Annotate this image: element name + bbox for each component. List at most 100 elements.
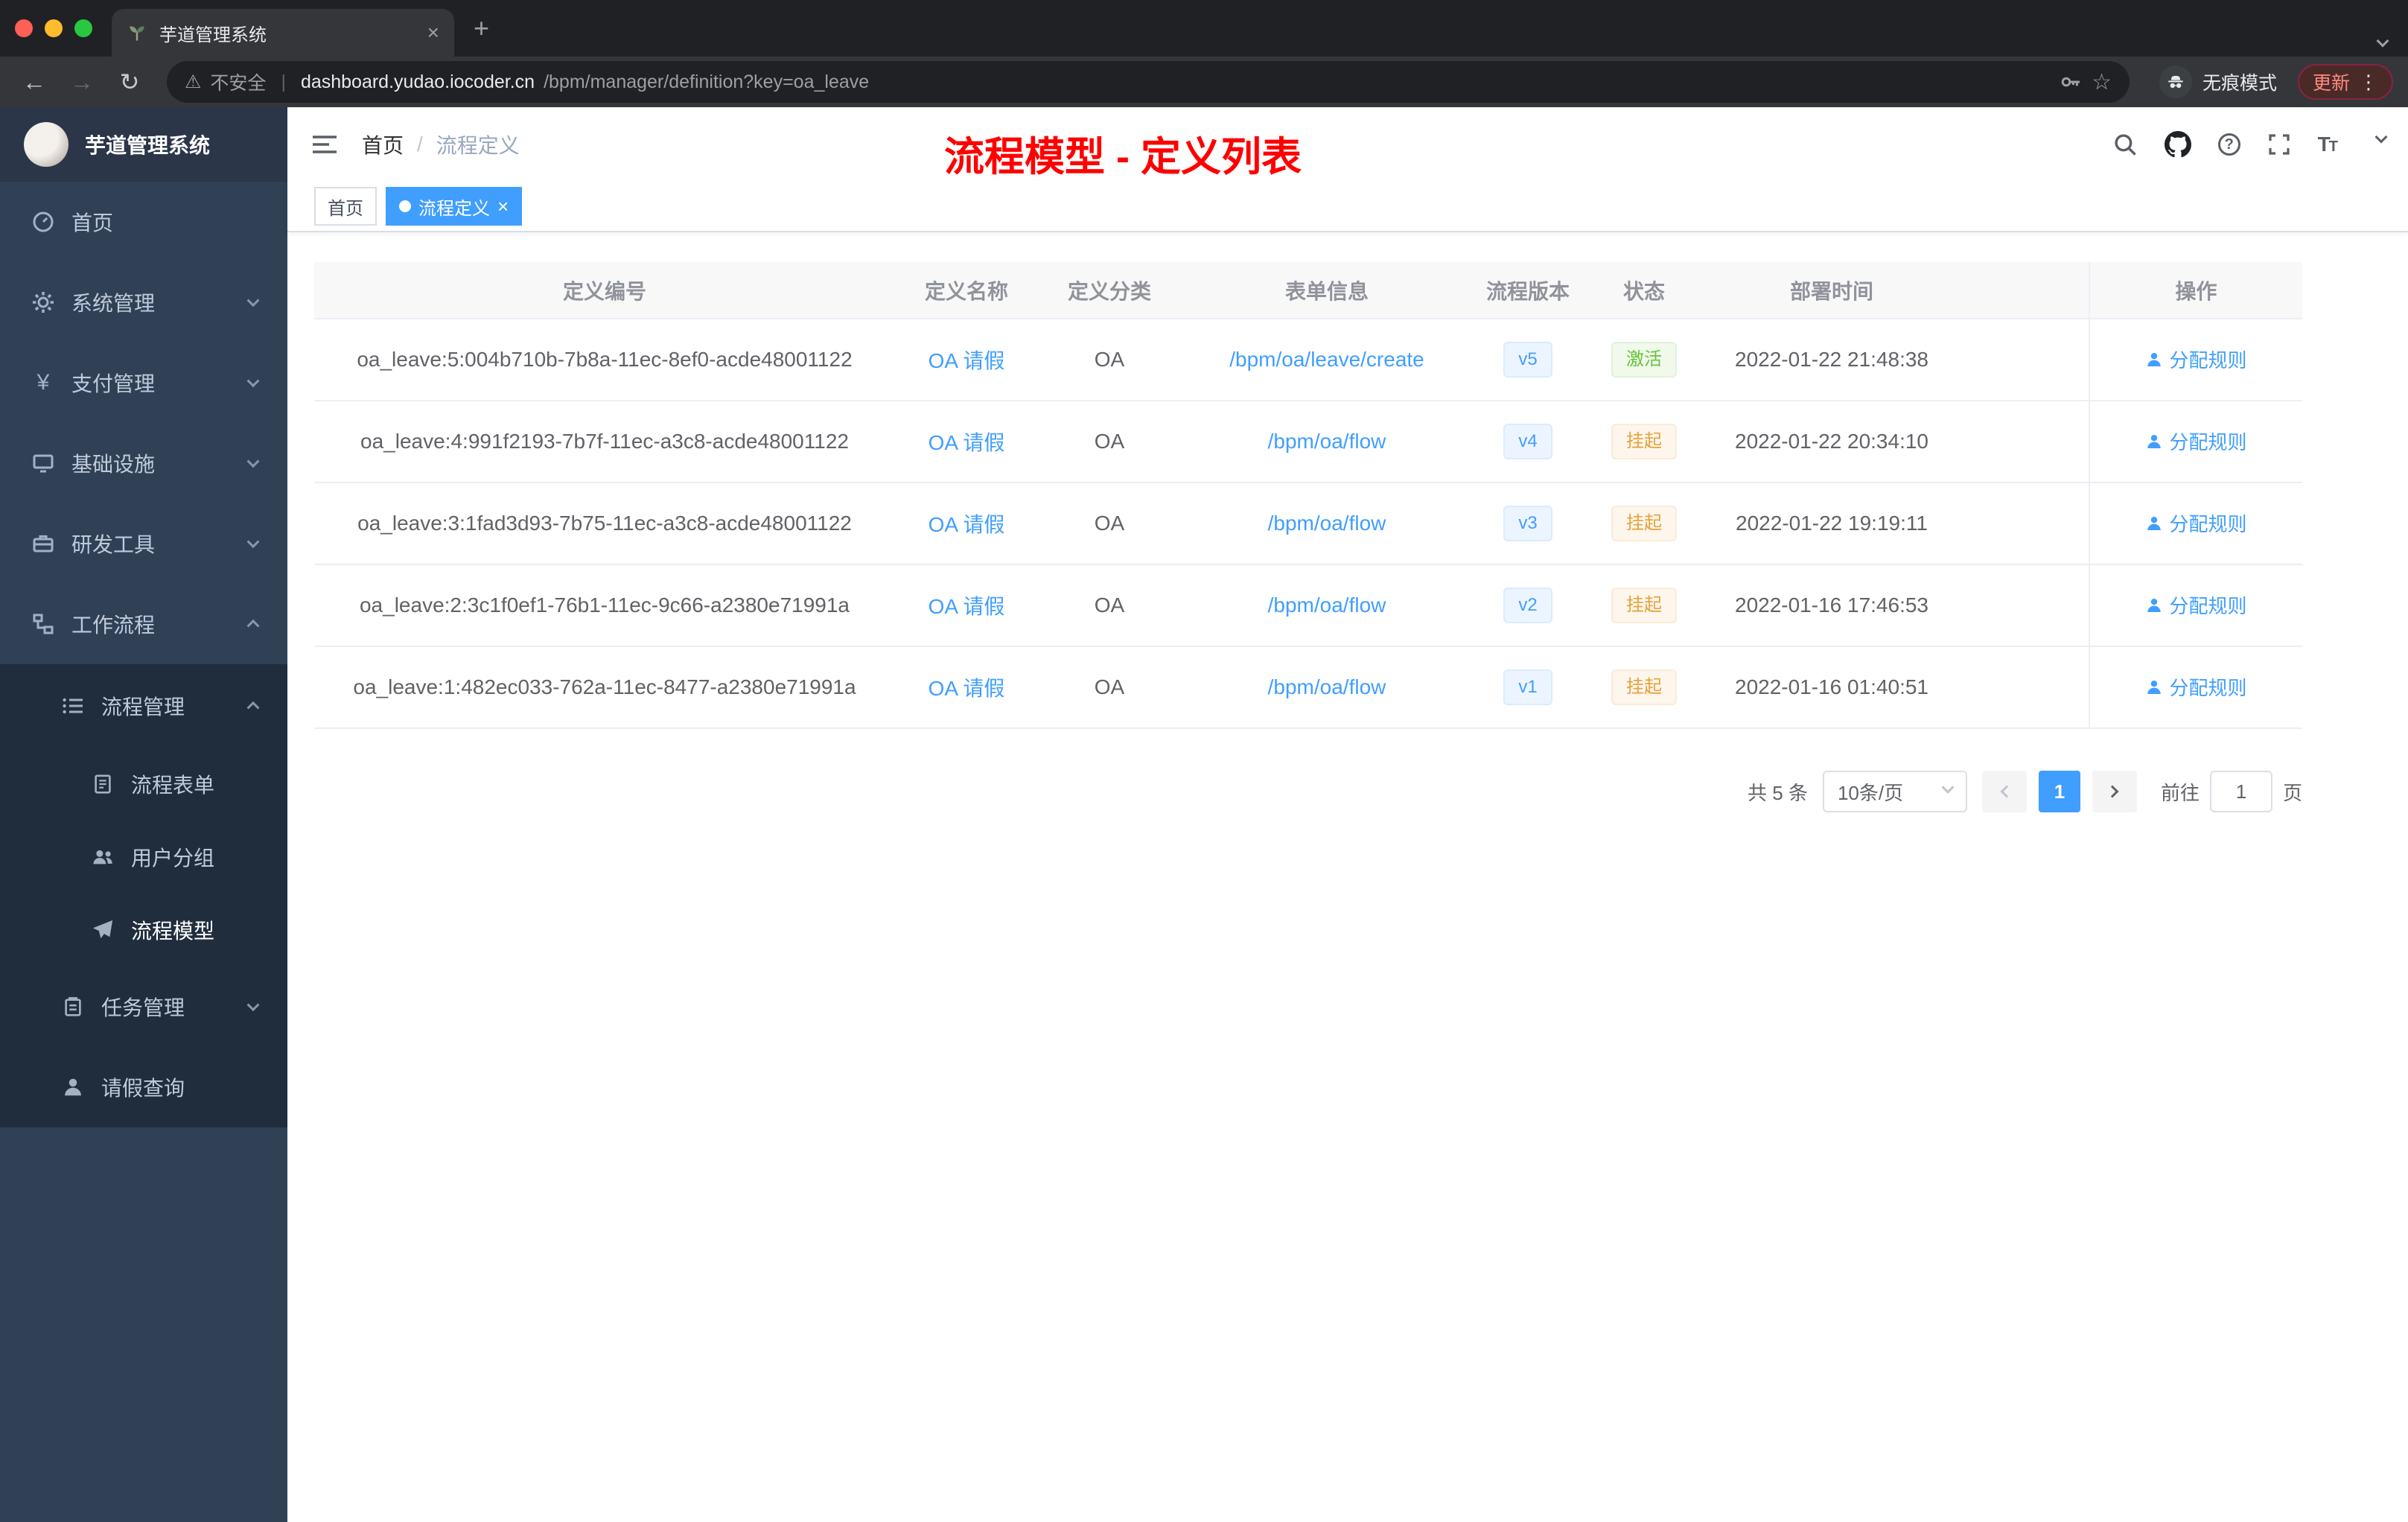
definition-table: 定义编号 定义名称 定义分类 表单信息 流程版本 状态 部署时间 操作 oa_l… — [314, 262, 2302, 729]
titlebar: 芋道管理系统 × + — [0, 0, 2408, 57]
form-link[interactable]: /bpm/oa/flow — [1268, 675, 1386, 698]
cell-deploy-time: 2022-01-22 20:34:10 — [1705, 401, 1958, 483]
form-link[interactable]: /bpm/oa/leave/create — [1229, 348, 1424, 371]
search-icon[interactable] — [2112, 132, 2138, 157]
tab-search-chevron-icon[interactable] — [2376, 24, 2389, 51]
goto-page-input[interactable] — [2209, 771, 2272, 812]
cell-id: oa_leave:2:3c1f0ef1-76b1-11ec-9c66-a2380… — [314, 564, 895, 647]
app-logo[interactable]: 芋道管理系统 — [0, 107, 287, 182]
sidebar-item-workflow[interactable]: 工作流程 — [0, 584, 287, 664]
assign-rule-button[interactable]: 分配规则 — [2145, 591, 2247, 619]
chevron-down-icon — [246, 294, 260, 308]
cell-id: oa_leave:1:482ec033-762a-11ec-8477-a2380… — [314, 646, 895, 729]
prev-page-button[interactable] — [1981, 771, 2027, 812]
clipboard-icon — [60, 996, 86, 1018]
chevron-down-icon — [246, 535, 260, 549]
sidebar-item-process-model[interactable]: 流程模型 — [0, 894, 287, 967]
forward-button[interactable]: → — [63, 69, 101, 96]
back-button[interactable]: ← — [15, 69, 54, 96]
status-badge: 挂起 — [1611, 669, 1677, 705]
person-icon — [60, 1076, 86, 1098]
breadcrumb: 首页 / 流程定义 — [362, 130, 520, 159]
browser-chrome: 芋道管理系统 × + ← → ↻ ⚠ 不安全 | dashboard.yudao… — [0, 0, 2408, 107]
cell-category: OA — [1038, 646, 1181, 729]
table-header-row: 定义编号 定义名称 定义分类 表单信息 流程版本 状态 部署时间 操作 — [314, 262, 2302, 319]
tag-home[interactable]: 首页 — [314, 187, 377, 226]
browser-tab[interactable]: 芋道管理系统 × — [112, 9, 454, 57]
assign-rule-button[interactable]: 分配规则 — [2145, 427, 2247, 455]
chevron-down-icon — [246, 999, 260, 1012]
next-page-button[interactable] — [2092, 771, 2137, 812]
chevron-up-icon — [246, 701, 260, 714]
assign-rule-button[interactable]: 分配规则 — [2145, 509, 2247, 537]
tab-favicon — [127, 22, 147, 43]
definition-name-link[interactable]: OA 请假 — [929, 349, 1005, 372]
status-badge: 挂起 — [1611, 424, 1677, 459]
cell-category: OA — [1038, 483, 1181, 565]
assign-rule-button[interactable]: 分配规则 — [2145, 346, 2247, 373]
definition-name-link[interactable]: OA 请假 — [929, 677, 1005, 700]
gear-icon — [30, 290, 57, 314]
address-bar[interactable]: ⚠ 不安全 | dashboard.yudao.iocoder.cn/bpm/m… — [167, 61, 2130, 103]
sidebar-item-infrastructure[interactable]: 基础设施 — [0, 423, 287, 503]
table-row: oa_leave:3:1fad3d93-7b75-11ec-a3c8-acde4… — [314, 483, 2302, 565]
cell-deploy-time: 2022-01-22 21:48:38 — [1705, 319, 1958, 401]
security-warning-icon[interactable]: ⚠ — [185, 71, 201, 93]
minimize-window-button[interactable] — [45, 19, 63, 37]
breadcrumb-separator: / — [417, 133, 423, 156]
sidebar-item-system[interactable]: 系统管理 — [0, 262, 287, 343]
sidebar-item-home[interactable]: 首页 — [0, 182, 287, 262]
current-page-button[interactable]: 1 — [2038, 771, 2080, 812]
workflow-submenu: 流程管理 流程表单 用户分组 流程模型 任务管理 请假查询 — [0, 664, 287, 1127]
github-icon[interactable] — [2164, 131, 2191, 158]
definition-name-link[interactable]: OA 请假 — [929, 431, 1005, 454]
breadcrumb-home[interactable]: 首页 — [362, 130, 404, 159]
font-size-icon[interactable]: TT — [2318, 133, 2338, 156]
table-row: oa_leave:4:991f2193-7b7f-11ec-a3c8-acde4… — [314, 401, 2302, 483]
bookmark-star-icon[interactable]: ☆ — [2092, 69, 2112, 95]
process-list-icon — [60, 694, 86, 718]
fullscreen-icon[interactable] — [2267, 133, 2291, 156]
sidebar-item-process-manage[interactable]: 流程管理 — [0, 664, 287, 748]
form-icon — [89, 773, 116, 795]
workflow-icon — [30, 612, 57, 636]
cell-deploy-time: 2022-01-22 19:19:11 — [1705, 483, 1958, 565]
browser-update-button[interactable]: 更新 ⋮ — [2297, 64, 2393, 100]
form-link[interactable]: /bpm/oa/flow — [1268, 593, 1386, 617]
page-size-select[interactable]: 10条/页 — [1822, 771, 1967, 812]
close-window-button[interactable] — [15, 19, 33, 37]
key-icon[interactable] — [2059, 70, 2083, 94]
reload-button[interactable]: ↻ — [110, 68, 149, 96]
sidebar-item-payment[interactable]: ¥ 支付管理 — [0, 343, 287, 423]
sidebar-item-process-form[interactable]: 流程表单 — [0, 748, 287, 821]
cell-id: oa_leave:4:991f2193-7b7f-11ec-a3c8-acde4… — [314, 401, 895, 483]
cell-category: OA — [1038, 564, 1181, 647]
form-link[interactable]: /bpm/oa/flow — [1268, 512, 1386, 535]
definition-name-link[interactable]: OA 请假 — [929, 595, 1005, 618]
table-row: oa_leave:5:004b710b-7b8a-11ec-8ef0-acde4… — [314, 319, 2302, 401]
navbar-actions: ? TT — [2112, 130, 2388, 158]
hamburger-icon[interactable] — [311, 133, 338, 156]
form-link[interactable]: /bpm/oa/flow — [1268, 430, 1386, 453]
sidebar-item-leave-query[interactable]: 请假查询 — [0, 1047, 287, 1127]
new-tab-button[interactable]: + — [474, 15, 489, 42]
tab-close-icon[interactable]: × — [427, 21, 439, 45]
chevron-up-icon — [246, 619, 260, 632]
sidebar-item-user-group[interactable]: 用户分组 — [0, 821, 287, 894]
tag-process-definition[interactable]: 流程定义 × — [386, 187, 523, 226]
sidebar-item-devtools[interactable]: 研发工具 — [0, 503, 287, 584]
toolbox-icon — [30, 532, 57, 555]
help-icon[interactable]: ? — [2217, 133, 2240, 156]
monitor-icon — [30, 451, 57, 475]
app-title: 芋道管理系统 — [85, 134, 211, 157]
definition-name-link[interactable]: OA 请假 — [929, 513, 1005, 536]
goto-label: 前往 — [2160, 781, 2200, 804]
version-badge: v5 — [1503, 342, 1552, 378]
sidebar-item-task-manage[interactable]: 任务管理 — [0, 967, 287, 1047]
tag-close-icon[interactable]: × — [497, 197, 509, 216]
paper-plane-icon — [89, 919, 116, 941]
col-definition-category: 定义分类 — [1038, 262, 1181, 319]
assign-rule-button[interactable]: 分配规则 — [2145, 673, 2247, 701]
maximize-window-button[interactable] — [74, 19, 92, 37]
browser-menu-icon[interactable]: ⋮ — [2359, 71, 2378, 94]
